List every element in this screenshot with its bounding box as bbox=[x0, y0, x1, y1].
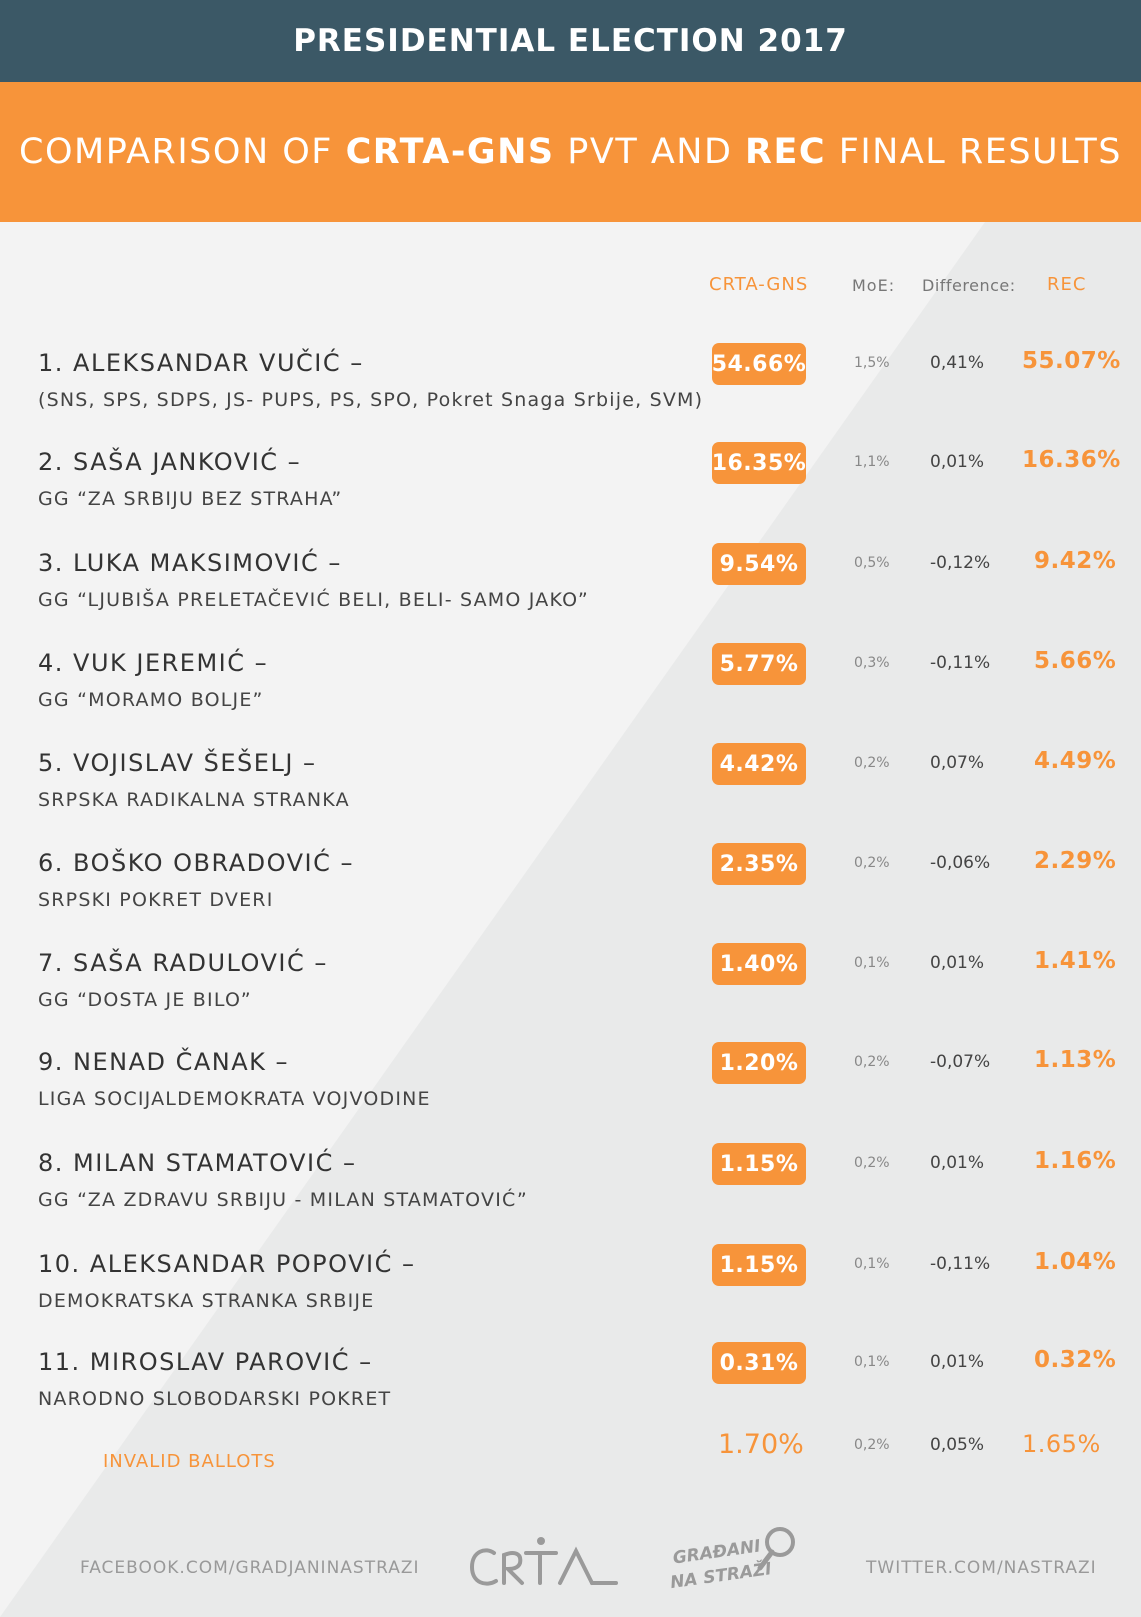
rec-value: 5.66% bbox=[1034, 648, 1117, 674]
pvt-value-badge: 1.15% bbox=[712, 1143, 806, 1185]
candidate-party: GG “ZA ZDRAVU SRBIJU - MILAN STAMATOVIĆ” bbox=[38, 1189, 528, 1211]
candidate-party: GG “LJUBIŠA PRELETAČEVIĆ BELI, BELI- SAM… bbox=[38, 589, 589, 611]
twitter-link[interactable]: TWITTER.COM/NASTRAZI bbox=[866, 1558, 1097, 1578]
rec-value: 55.07% bbox=[1022, 348, 1121, 374]
candidate-name: 2. SAŠA JANKOVIĆ – bbox=[38, 448, 302, 476]
pvt-value-badge: 0.31% bbox=[712, 1342, 806, 1384]
result-row: 2. SAŠA JANKOVIĆ – GG “ZA SRBIJU BEZ STRA… bbox=[0, 442, 1141, 548]
difference-value: -0,11% bbox=[930, 653, 991, 673]
result-row: 6. BOŠKO OBRADOVIĆ – SRPSKI POKRET DVERI 2… bbox=[0, 843, 1141, 949]
result-row: 4. VUK JEREMIĆ – GG “MORAMO BOLJE” 5.77% 0,… bbox=[0, 643, 1141, 749]
moe-value: 0,1% bbox=[854, 1354, 890, 1370]
pvt-value-badge: 5.77% bbox=[712, 643, 806, 685]
candidate-party: GG “MORAMO BOLJE” bbox=[38, 689, 264, 711]
candidate-party: SRPSKA RADIKALNA STRANKA bbox=[38, 789, 350, 811]
candidate-name: 3. LUKA MAKSIMOVIĆ – bbox=[38, 549, 342, 577]
candidate-name: 4. VUK JEREMIĆ – bbox=[38, 649, 269, 677]
difference-value: 0,01% bbox=[930, 1153, 985, 1173]
result-row: 8. MILAN STAMATOVIĆ – GG “ZA ZDRAVU SRBIJ… bbox=[0, 1143, 1141, 1249]
invalid-moe-value: 0,2% bbox=[854, 1437, 890, 1453]
rec-value: 2.29% bbox=[1034, 848, 1117, 874]
rec-value: 4.49% bbox=[1034, 748, 1117, 774]
candidate-name: 10. ALEKSANDAR POPOVIĆ – bbox=[38, 1250, 416, 1278]
pvt-value-badge: 1.40% bbox=[712, 943, 806, 985]
candidate-party: DEMOKRATSKA STRANKA SRBIJE bbox=[38, 1290, 375, 1312]
candidate-name: 7. SAŠA RADULOVIĆ – bbox=[38, 949, 328, 977]
moe-value: 1,5% bbox=[854, 355, 890, 371]
pvt-value-badge: 16.35% bbox=[712, 442, 806, 484]
moe-value: 0,3% bbox=[854, 655, 890, 671]
difference-value: -0,07% bbox=[930, 1052, 991, 1072]
difference-value: -0,06% bbox=[930, 853, 991, 873]
candidate-name: 8. MILAN STAMATOVIĆ – bbox=[38, 1149, 357, 1177]
rec-value: 1.16% bbox=[1034, 1148, 1117, 1174]
difference-value: 0,41% bbox=[930, 353, 985, 373]
column-header-pvt: CRTA-GNS bbox=[709, 274, 809, 295]
moe-value: 0,2% bbox=[854, 855, 890, 871]
pvt-value-badge: 54.66% bbox=[712, 343, 806, 385]
rec-value: 9.42% bbox=[1034, 548, 1117, 574]
pvt-value-badge: 9.54% bbox=[712, 543, 806, 585]
difference-value: -0,11% bbox=[930, 1254, 991, 1274]
invalid-ballots-label: INVALID BALLOTS bbox=[103, 1451, 276, 1472]
moe-value: 0,1% bbox=[854, 1256, 890, 1272]
moe-value: 0,5% bbox=[854, 555, 890, 571]
difference-value: 0,01% bbox=[930, 953, 985, 973]
moe-value: 1,1% bbox=[854, 454, 890, 470]
subheader-bar: COMPARISON OF CRTA-GNS PVT AND REC FINAL… bbox=[0, 82, 1141, 222]
rec-value: 0.32% bbox=[1034, 1347, 1117, 1373]
difference-value: 0,01% bbox=[930, 1352, 985, 1372]
pvt-value-badge: 1.15% bbox=[712, 1244, 806, 1286]
subtitle: COMPARISON OF CRTA-GNS PVT AND REC FINAL… bbox=[19, 132, 1122, 172]
facebook-link[interactable]: FACEBOOK.COM/GRADJANINASTRAZI bbox=[80, 1558, 420, 1578]
rec-value: 1.13% bbox=[1034, 1047, 1117, 1073]
moe-value: 0,2% bbox=[854, 1054, 890, 1070]
rec-value: 1.04% bbox=[1034, 1249, 1117, 1275]
difference-value: 0,07% bbox=[930, 753, 985, 773]
result-row: 3. LUKA MAKSIMOVIĆ – GG “LJUBIŠA PRELETAČ… bbox=[0, 543, 1141, 649]
moe-value: 0,2% bbox=[854, 755, 890, 771]
column-header-moe: MoE: bbox=[852, 276, 896, 295]
pvt-value-badge: 4.42% bbox=[712, 743, 806, 785]
column-header-rec: REC bbox=[1047, 274, 1087, 295]
invalid-pvt-value: 1.70% bbox=[718, 1429, 804, 1460]
result-row: 7. SAŠA RADULOVIĆ – GG “DOSTA JE BILO” 1.4… bbox=[0, 943, 1141, 1049]
invalid-rec-value: 1.65% bbox=[1022, 1430, 1101, 1458]
result-row: 5. VOJISLAV ŠEŠELJ – SRPSKA RADIKALNA STR… bbox=[0, 743, 1141, 849]
result-row: 11. MIROSLAV PAROVIĆ – NARODNO SLOBODARSK… bbox=[0, 1342, 1141, 1448]
candidate-name: 6. BOŠKO OBRADOVIĆ – bbox=[38, 849, 354, 877]
rec-value: 1.41% bbox=[1034, 948, 1117, 974]
candidate-name: 5. VOJISLAV ŠEŠELJ – bbox=[38, 749, 317, 777]
gradjani-na-strazi-logo: GRAĐANI NA STRAŽI bbox=[669, 1527, 795, 1593]
candidate-name: 9. NENAD ČANAK – bbox=[38, 1048, 290, 1076]
candidate-party: (SNS, SPS, SDPS, JS- PUPS, PS, SPO, Pokr… bbox=[38, 389, 704, 411]
pvt-value-badge: 1.20% bbox=[712, 1042, 806, 1084]
candidate-party: GG “ZA SRBIJU BEZ STRAHA” bbox=[38, 488, 343, 510]
result-row: 9. NENAD ČANAK – LIGA SOCIJALDEMOKRATA VO… bbox=[0, 1042, 1141, 1148]
result-row: 10. ALEKSANDAR POPOVIĆ – DEMOKRATSKA STRA… bbox=[0, 1244, 1141, 1350]
moe-value: 0,1% bbox=[854, 955, 890, 971]
moe-value: 0,2% bbox=[854, 1155, 890, 1171]
page-title: PRESIDENTIAL ELECTION 2017 bbox=[293, 23, 848, 59]
candidate-party: NARODNO SLOBODARSKI POKRET bbox=[38, 1388, 392, 1410]
invalid-diff-value: 0,05% bbox=[930, 1435, 985, 1455]
rec-value: 16.36% bbox=[1022, 447, 1121, 473]
difference-value: -0,12% bbox=[930, 553, 991, 573]
pvt-value-badge: 2.35% bbox=[712, 843, 806, 885]
result-row: 1. ALEKSANDAR VUČIĆ – (SNS, SPS, SDPS, JS… bbox=[0, 343, 1141, 449]
candidate-party: LIGA SOCIJALDEMOKRATA VOJVODINE bbox=[38, 1088, 431, 1110]
header-bar: PRESIDENTIAL ELECTION 2017 bbox=[0, 0, 1141, 82]
candidate-name: 1. ALEKSANDAR VUČIĆ – bbox=[38, 349, 364, 377]
column-header-difference: Difference: bbox=[922, 276, 1016, 295]
candidate-party: GG “DOSTA JE BILO” bbox=[38, 989, 252, 1011]
difference-value: 0,01% bbox=[930, 452, 985, 472]
crta-logo bbox=[469, 1537, 618, 1586]
candidate-party: SRPSKI POKRET DVERI bbox=[38, 889, 274, 911]
candidate-name: 11. MIROSLAV PAROVIĆ – bbox=[38, 1348, 373, 1376]
